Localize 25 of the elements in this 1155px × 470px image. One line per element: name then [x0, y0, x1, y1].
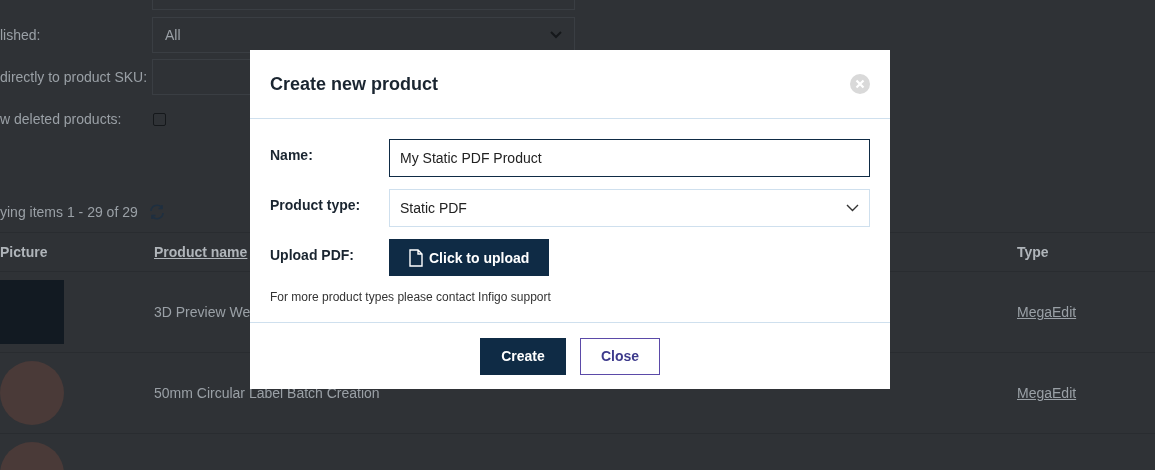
name-field[interactable]: My Static PDF Product: [389, 139, 870, 177]
close-icon[interactable]: [850, 74, 870, 94]
create-button[interactable]: Create: [480, 337, 566, 375]
chevron-down-icon: [846, 204, 859, 212]
field-label: Product type:: [270, 196, 362, 213]
upload-button[interactable]: Click to upload: [389, 239, 550, 276]
close-button[interactable]: Close: [580, 337, 660, 375]
help-text: For more product types please contact Infigo support: [270, 290, 552, 304]
table-cell: 3D Preview We: [154, 304, 251, 320]
dialog-title: Create new product: [270, 73, 439, 95]
field-label: Name:: [270, 146, 314, 163]
field-label: Upload PDF:: [270, 246, 355, 263]
filter-label: lished:: [0, 27, 42, 43]
column-header: Picture: [0, 244, 49, 260]
type-link[interactable]: MegaEdit: [1017, 304, 1077, 320]
product-type-select[interactable]: Static PDF: [389, 189, 870, 227]
column-header: Type: [1017, 244, 1050, 260]
filter-label: directly to product SKU:: [0, 69, 149, 85]
paging-text: ying items 1 - 29 of 29: [0, 204, 138, 220]
filter-label: w deleted products:: [0, 111, 123, 127]
document-icon: [409, 248, 423, 267]
photo-placeholder: [0, 280, 64, 344]
type-link[interactable]: MegaEdit: [1017, 385, 1077, 401]
checkbox[interactable]: [153, 112, 166, 126]
chevron-down-icon: [550, 31, 562, 39]
